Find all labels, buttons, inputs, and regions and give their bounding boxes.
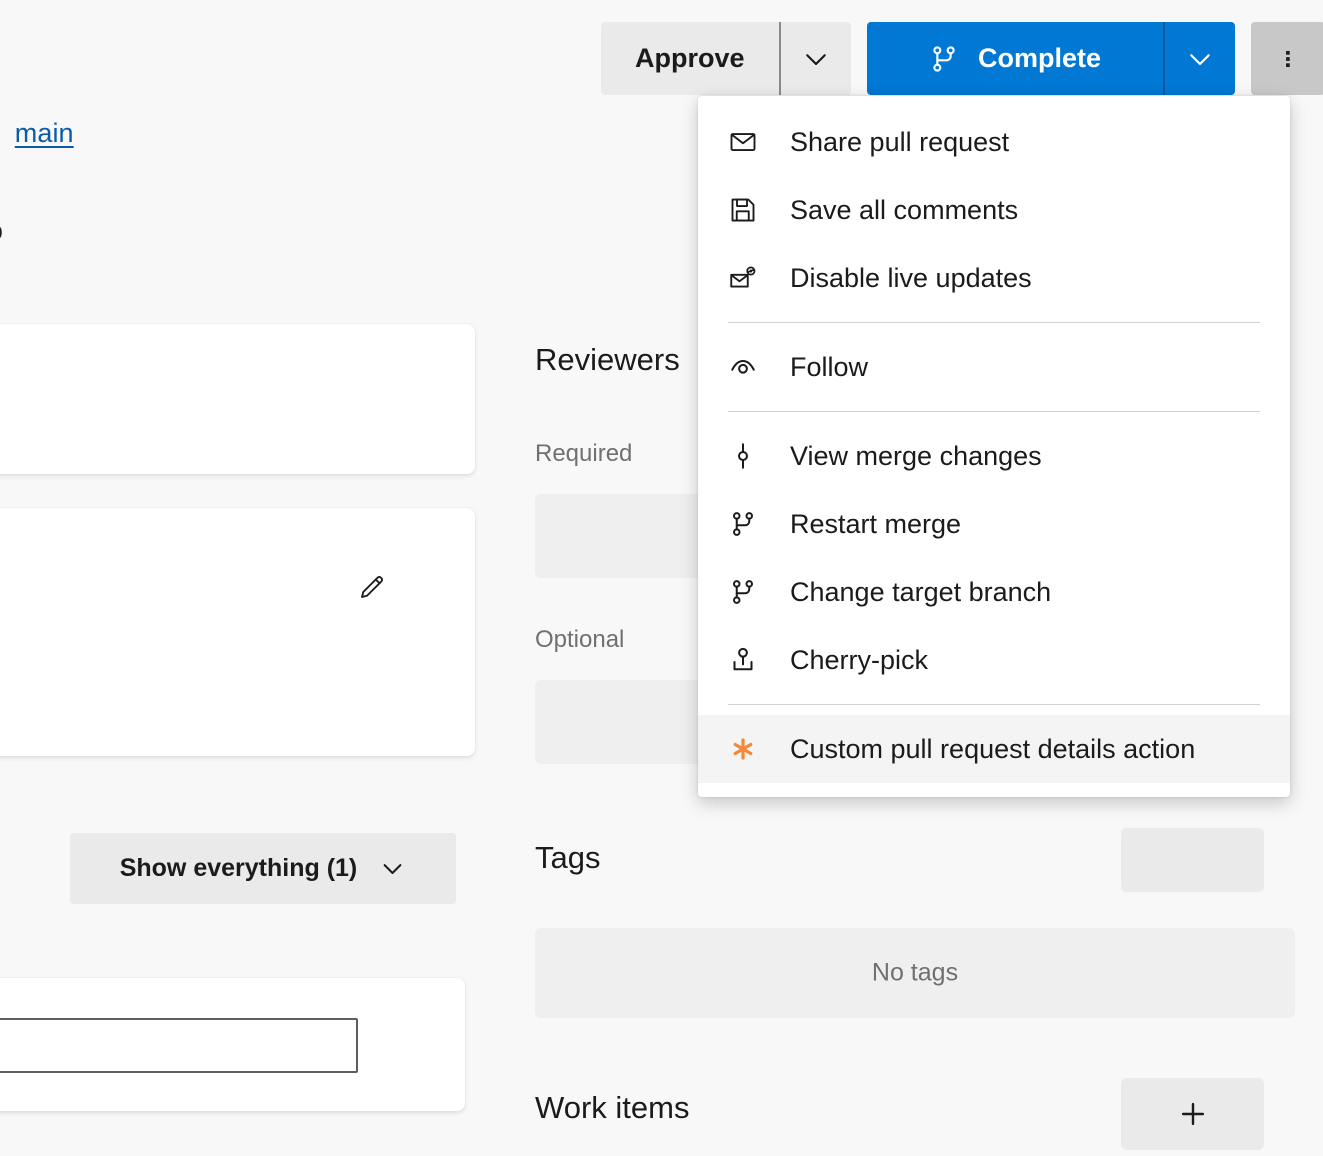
menu-separator: [728, 322, 1260, 323]
add-tag-button[interactable]: [1121, 828, 1264, 892]
tab-label-fragment[interactable]: ab: [0, 218, 3, 246]
branch-merge-icon: [728, 577, 774, 607]
branch-merge-icon: [928, 43, 960, 75]
approve-button[interactable]: Approve: [601, 22, 779, 95]
complete-button-label: Complete: [978, 43, 1101, 74]
chevron-down-icon: [801, 44, 831, 74]
tags-section-title: Tags: [535, 840, 600, 876]
chevron-down-icon: [379, 855, 406, 882]
reviewers-section-title: Reviewers: [535, 342, 680, 378]
tags-empty-state: No tags: [535, 928, 1295, 1018]
required-reviewers-label: Required: [535, 440, 632, 468]
plus-icon: [1176, 1097, 1210, 1131]
pr-action-bar: Approve Complete: [601, 22, 1323, 95]
menu-item-label: Follow: [774, 352, 868, 383]
menu-item-view-merge-changes[interactable]: View merge changes: [698, 422, 1290, 490]
show-everything-label: Show everything (1): [120, 854, 358, 883]
more-options-button[interactable]: [1251, 22, 1323, 95]
menu-item-label: Change target branch: [774, 577, 1051, 608]
menu-item-change-target-branch[interactable]: Change target branch: [698, 558, 1290, 626]
work-items-section-title: Work items: [535, 1090, 689, 1126]
commit-icon: [728, 441, 774, 471]
description-card: [0, 324, 475, 474]
menu-separator: [728, 411, 1260, 412]
approve-split-button: Approve: [601, 22, 851, 95]
menu-item-save-all-comments[interactable]: Save all comments: [698, 176, 1290, 244]
branch-merge-icon: [728, 509, 774, 539]
eye-icon: [728, 352, 774, 382]
left-content-column: o main ab Show everything (1): [0, 0, 520, 1156]
tags-empty-text: No tags: [535, 959, 1295, 988]
optional-reviewers-label: Optional: [535, 626, 624, 654]
menu-item-label: Save all comments: [774, 195, 1018, 226]
comment-input[interactable]: [0, 1018, 358, 1073]
comment-card: [0, 978, 465, 1111]
menu-item-label: Restart merge: [774, 509, 961, 540]
save-icon: [728, 195, 774, 225]
menu-item-label: Disable live updates: [774, 263, 1032, 294]
mail-icon: [728, 127, 774, 157]
complete-dropdown-button[interactable]: [1165, 22, 1235, 95]
menu-item-disable-live-updates[interactable]: Disable live updates: [698, 244, 1290, 312]
pr-body-card: [0, 508, 475, 756]
complete-button[interactable]: Complete: [867, 22, 1163, 95]
menu-item-share-pull-request[interactable]: Share pull request: [698, 108, 1290, 176]
target-branch-link[interactable]: main: [15, 118, 74, 148]
menu-separator: [728, 704, 1260, 705]
menu-item-custom-pull-request-details-action[interactable]: Custom pull request details action: [698, 715, 1290, 783]
asterisk-icon: [728, 734, 774, 764]
menu-item-label: Share pull request: [774, 127, 1009, 158]
approve-dropdown-button[interactable]: [781, 22, 851, 95]
complete-split-button: Complete: [867, 22, 1235, 95]
more-vertical-icon: [1275, 46, 1301, 72]
mail-refresh-icon: [728, 263, 774, 293]
menu-item-label: Custom pull request details action: [774, 734, 1195, 765]
menu-item-restart-merge[interactable]: Restart merge: [698, 490, 1290, 558]
add-work-item-button[interactable]: [1121, 1078, 1264, 1150]
show-everything-button[interactable]: Show everything (1): [70, 833, 456, 904]
pr-more-options-menu: Share pull request Save all comments Dis…: [698, 96, 1290, 797]
chevron-down-icon: [1185, 44, 1215, 74]
edit-pencil-icon[interactable]: [357, 572, 387, 602]
menu-item-label: Cherry-pick: [774, 645, 928, 676]
breadcrumb: o main: [0, 118, 74, 149]
cherry-pick-icon: [728, 645, 774, 675]
menu-item-cherry-pick[interactable]: Cherry-pick: [698, 626, 1290, 694]
menu-item-label: View merge changes: [774, 441, 1042, 472]
menu-item-follow[interactable]: Follow: [698, 333, 1290, 401]
